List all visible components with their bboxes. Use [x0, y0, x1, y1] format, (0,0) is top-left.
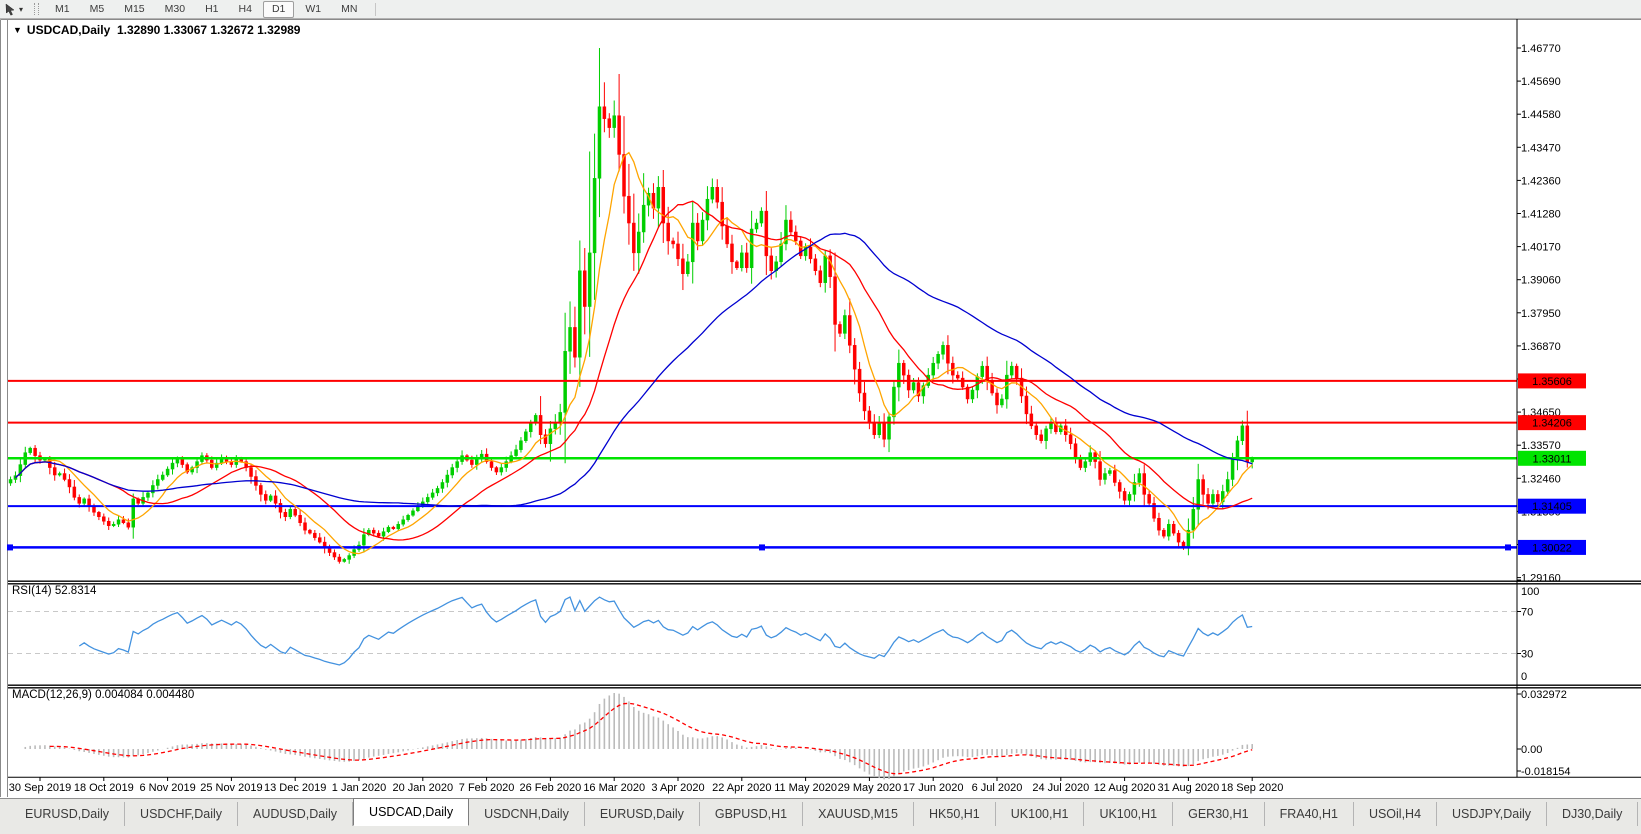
date-tick-label: 3 Apr 2020: [651, 782, 704, 794]
symbol-tab-gbpusd-h1[interactable]: GBPUSD,H1: [700, 802, 803, 826]
line-handle[interactable]: [1505, 544, 1511, 550]
timeframe-button-w1[interactable]: W1: [296, 1, 330, 18]
date-tick-label: 7 Feb 2020: [459, 782, 515, 794]
symbol-tab-usoil-h4[interactable]: USOil,H4: [1354, 802, 1437, 826]
symbol-tab-ger30-h1[interactable]: GER30,H1: [1173, 802, 1264, 826]
timeframe-button-m1[interactable]: M1: [46, 1, 79, 18]
symbol-tab-xauusd-m15[interactable]: XAUUSD,M15: [803, 802, 914, 826]
dropdown-caret-icon[interactable]: ▾: [19, 5, 23, 14]
price-tick-label: 1.32460: [1521, 473, 1561, 485]
toolbar: ▾ M1M5M15M30H1H4D1W1MN: [0, 0, 1641, 19]
date-tick-label: 31 Aug 2020: [1158, 782, 1220, 794]
toolbar-separator: [375, 3, 376, 16]
terminal-window: ▾ M1M5M15M30H1H4D1W1MN 1.467701.456901.4…: [0, 0, 1641, 834]
timeframe-buttons: M1M5M15M30H1H4D1W1MN: [45, 0, 367, 18]
timeframe-button-m15[interactable]: M15: [115, 1, 153, 18]
date-tick-label: 6 Nov 2019: [139, 782, 195, 794]
price-tick-label: 1.44580: [1521, 109, 1561, 121]
timeframe-button-d1[interactable]: D1: [263, 1, 294, 18]
date-tick-label: 16 Mar 2020: [583, 782, 645, 794]
chart-tab-bar: EURUSD,DailyUSDCHF,DailyAUDUSD,DailyUSDC…: [0, 798, 1641, 834]
rsi-scale-label: 0: [1521, 671, 1527, 683]
date-tick-label: 22 Apr 2020: [712, 782, 771, 794]
collapse-icon[interactable]: ▼: [13, 25, 22, 35]
date-tick-label: 24 Jul 2020: [1032, 782, 1089, 794]
chart-title: ▼ USDCAD,Daily 1.32890 1.33067 1.32672 1.…: [13, 23, 300, 37]
symbol-tab-usdcnh-daily[interactable]: USDCNH,Daily: [469, 802, 585, 826]
toolbar-grip[interactable]: [34, 3, 39, 15]
rsi-scale-label: 100: [1521, 586, 1539, 598]
symbol-tab-uk100-h1[interactable]: UK100,H1: [1084, 802, 1173, 826]
date-tick-label: 25 Nov 2019: [200, 782, 262, 794]
price-tick-label: 1.29160: [1521, 573, 1561, 585]
line-handle[interactable]: [7, 544, 13, 550]
timeframe-button-mn[interactable]: MN: [332, 1, 366, 18]
date-tick-label: 17 Jun 2020: [903, 782, 964, 794]
date-tick-label: 18 Sep 2020: [1221, 782, 1283, 794]
date-tick-label: 20 Jan 2020: [393, 782, 454, 794]
price-tick-label: 1.43470: [1521, 142, 1561, 154]
date-tick-label: 1 Jan 2020: [332, 782, 386, 794]
symbol-tab-hk50-h1[interactable]: HK50,H1: [914, 802, 996, 826]
price-tick-label: 1.40170: [1521, 242, 1561, 254]
price-tick-label: 1.45690: [1521, 76, 1561, 88]
chart-tabs: EURUSD,DailyUSDCHF,DailyAUDUSD,DailyUSDC…: [0, 799, 1641, 826]
chart-symbol: USDCAD,Daily: [27, 23, 110, 37]
chart-canvas[interactable]: 1.46770 1.45690 1.44580 1.43470 1.42360 1.412…: [0, 19, 1641, 798]
price-tick-label: 1.33570: [1521, 440, 1561, 452]
price-tick-label: 1.41280: [1521, 209, 1561, 221]
symbol-tab-dj30-daily[interactable]: DJ30,Daily: [1547, 802, 1638, 826]
hline-price-label: 1.35606: [1532, 376, 1572, 388]
chart-cursor-icon[interactable]: ▾: [0, 1, 26, 17]
hline-price-label: 1.30022: [1532, 542, 1572, 554]
symbol-tab-usdcad-daily[interactable]: USDCAD,Daily: [353, 798, 469, 826]
hline-price-label: 1.34206: [1532, 418, 1572, 430]
cursor-arrow-icon: [4, 3, 17, 16]
date-tick-label: 29 May 2020: [838, 782, 902, 794]
line-handle[interactable]: [759, 544, 765, 550]
price-tick-label: 1.42360: [1521, 175, 1561, 187]
date-tick-label: 30 Sep 2019: [9, 782, 71, 794]
symbol-tab-fra40-h1[interactable]: FRA40,H1: [1265, 802, 1354, 826]
price-tick-label: 1.39060: [1521, 275, 1561, 287]
symbol-tab-usdjpy-daily[interactable]: USDJPY,Daily: [1437, 802, 1547, 826]
price-tick-label: 1.36870: [1521, 341, 1561, 353]
chart-ohlc-values: 1.32890 1.33067 1.32672 1.32989: [117, 23, 301, 37]
date-tick-label: 26 Feb 2020: [520, 782, 582, 794]
macd-scale-label: -0.018154: [1521, 766, 1571, 778]
price-tick-label: 1.37950: [1521, 308, 1561, 320]
date-tick-label: 12 Aug 2020: [1094, 782, 1156, 794]
hline-price-label: 1.33011: [1533, 453, 1572, 465]
macd-scale-label: 0.032972: [1521, 689, 1567, 701]
rsi-label: RSI(14) 52.8314: [12, 585, 96, 597]
hline-price-label: 1.31405: [1532, 501, 1572, 513]
date-tick-label: 18 Oct 2019: [74, 782, 134, 794]
timeframe-button-h1[interactable]: H1: [196, 1, 227, 18]
macd-label: MACD(12,26,9) 0.004084 0.004480: [12, 689, 194, 701]
timeframe-button-m30[interactable]: M30: [156, 1, 194, 18]
date-tick-label: 6 Jul 2020: [972, 782, 1023, 794]
rsi-scale-label: 30: [1521, 649, 1533, 661]
date-tick-label: 13 Dec 2019: [264, 782, 326, 794]
price-tick-label: 1.46770: [1521, 43, 1561, 55]
symbol-tab-eurusd-daily[interactable]: EURUSD,Daily: [10, 802, 125, 826]
symbol-tab-usdchf-daily[interactable]: USDCHF,Daily: [125, 802, 238, 826]
timeframe-button-m5[interactable]: M5: [81, 1, 114, 18]
macd-scale-label: 0.00: [1521, 744, 1542, 756]
symbol-tab-uk100-h1[interactable]: UK100,H1: [996, 802, 1085, 826]
date-tick-label: 11 May 2020: [774, 782, 837, 794]
symbol-tab-audusd-daily[interactable]: AUDUSD,Daily: [238, 802, 353, 826]
symbol-tab-eurusd-daily[interactable]: EURUSD,Daily: [585, 802, 700, 826]
timeframe-button-h4[interactable]: H4: [230, 1, 261, 18]
rsi-scale-label: 70: [1521, 607, 1533, 619]
